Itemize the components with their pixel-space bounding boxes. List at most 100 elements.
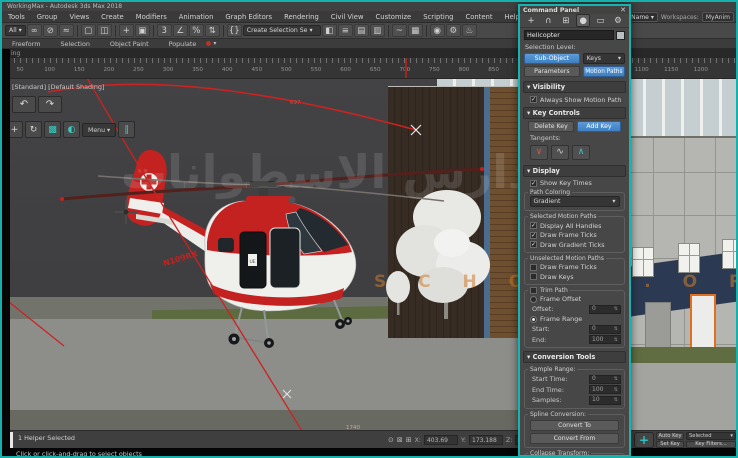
time-slider-marker[interactable]: [405, 58, 407, 78]
material-editor-icon[interactable]: ◉: [430, 24, 445, 37]
ribbon-tab-object-paint[interactable]: Object Paint: [100, 40, 159, 48]
checkbox-draw-frame-ticks[interactable]: Draw Frame Ticks: [530, 263, 621, 271]
add-key-quick-button[interactable]: +: [634, 432, 654, 448]
selection-filter-dropdown[interactable]: All ▾: [5, 25, 26, 36]
menu-content[interactable]: Content: [459, 13, 498, 21]
menu-customize[interactable]: Customize: [370, 13, 418, 21]
rollout-display[interactable]: ▾ Display: [523, 165, 626, 177]
object-name-field[interactable]: Helicopter: [524, 30, 614, 40]
key-filter-selected-dropdown[interactable]: Selected▾: [686, 432, 736, 440]
grid-toggle-icon[interactable]: ⊞: [406, 436, 412, 444]
bind-to-space-warp-icon[interactable]: ≈: [59, 24, 74, 37]
mirror-icon[interactable]: ◧: [322, 24, 337, 37]
render-production-icon[interactable]: ♨: [462, 24, 477, 37]
ribbon-tab-freeform[interactable]: Freeform: [2, 40, 50, 48]
checkbox-draw-frame-ticks[interactable]: ✓Draw Frame Ticks: [530, 231, 621, 239]
rect-selection-region-icon[interactable]: ▢: [81, 24, 96, 37]
selected-door-object[interactable]: [690, 294, 716, 350]
menu-rendering[interactable]: Rendering: [278, 13, 325, 21]
status-splitter[interactable]: [10, 432, 13, 448]
offset-spinner[interactable]: 0⇅: [589, 305, 621, 314]
undo-button[interactable]: ↶: [12, 96, 36, 113]
rotate-tool-button[interactable]: ↻: [25, 121, 42, 138]
motion-paths-button[interactable]: Motion Paths: [583, 66, 625, 77]
selection-lock-icon[interactable]: ⊙: [388, 436, 394, 444]
auto-key-button[interactable]: Auto Key: [656, 432, 684, 440]
path-coloring-dropdown[interactable]: Gradient▾: [530, 196, 620, 207]
motion-tab-icon[interactable]: ●: [576, 14, 590, 27]
spinner-samples-[interactable]: 10⇅: [589, 396, 621, 405]
add-key-button[interactable]: Add Key: [577, 121, 621, 132]
convert-to-button[interactable]: Convert To: [530, 420, 619, 431]
menu-modifiers[interactable]: Modifiers: [130, 13, 173, 21]
ribbon-tab-selection[interactable]: Selection: [50, 40, 99, 48]
y-coordinate-field[interactable]: 173.188: [469, 435, 503, 445]
sub-object-button[interactable]: Sub-Object: [524, 53, 580, 64]
window-crossing-icon[interactable]: ◫: [97, 24, 112, 37]
trim-path-checkbox[interactable]: [530, 287, 537, 294]
convert-from-button[interactable]: Convert From: [530, 433, 619, 444]
schematic-view-icon[interactable]: ▦: [408, 24, 423, 37]
viewport-shading-label[interactable]: [Standard] [Default Shading]: [12, 83, 104, 91]
checkbox-draw-keys[interactable]: Draw Keys: [530, 273, 621, 281]
select-and-place-icon[interactable]: ▣: [135, 24, 150, 37]
display-tab-icon[interactable]: ▭: [594, 14, 608, 27]
rollout-visibility[interactable]: ▾ Visibility: [523, 81, 626, 93]
unlink-selection-icon[interactable]: ⊘: [43, 24, 58, 37]
always-show-motion-path-checkbox[interactable]: ✓Always Show Motion Path: [530, 96, 629, 104]
x-coordinate-field[interactable]: 403.69: [424, 435, 458, 445]
spinner-end-time-[interactable]: 100⇅: [589, 385, 621, 394]
ribbon-tab-populate[interactable]: Populate: [159, 40, 207, 48]
modify-tab-icon[interactable]: ∩: [541, 14, 555, 27]
populate-flyout[interactable]: ▾: [206, 40, 216, 47]
close-icon[interactable]: ✕: [620, 6, 626, 14]
end-spinner[interactable]: 100⇅: [589, 335, 621, 344]
menu-animation[interactable]: Animation: [173, 13, 220, 21]
menu-create[interactable]: Create: [95, 13, 130, 21]
checkbox-draw-gradient-ticks[interactable]: ✓Draw Gradient Ticks: [530, 241, 621, 249]
keys-dropdown[interactable]: Keys▾: [583, 53, 625, 64]
extra-tool-button[interactable]: ‖: [118, 121, 135, 138]
checkbox-display-all-handles[interactable]: ✓Display All Handles: [530, 222, 621, 230]
create-selection-set-field[interactable]: Create Selection Se ▾: [243, 25, 321, 36]
material-tool-button[interactable]: ◐: [63, 121, 80, 138]
hierarchy-tab-icon[interactable]: ⊞: [559, 14, 573, 27]
rollout-key-controls[interactable]: ▾ Key Controls: [523, 107, 626, 119]
workspace-selector[interactable]: MyAnim: [702, 12, 734, 22]
tangent-flip-icon[interactable]: ∨: [530, 145, 548, 160]
select-and-move-icon[interactable]: +: [119, 24, 134, 37]
menu-civil-view[interactable]: Civil View: [325, 13, 370, 21]
hangar-structure[interactable]: [388, 86, 522, 338]
viewport-menu-dropdown[interactable]: Menu ▾: [82, 123, 116, 137]
delete-key-button[interactable]: Delete Key: [528, 121, 574, 132]
menu-graph-editors[interactable]: Graph Editors: [219, 13, 278, 21]
frame-offset-radio[interactable]: Frame Offset: [530, 295, 621, 303]
tangent-linear-icon[interactable]: ∧: [572, 145, 590, 160]
spinner-start-time-[interactable]: 0⇅: [589, 375, 621, 384]
render-setup-icon[interactable]: ⚙: [446, 24, 461, 37]
parameters-button[interactable]: Parameters: [524, 66, 580, 77]
curve-editor-icon[interactable]: ~: [392, 24, 407, 37]
show-key-times-checkbox[interactable]: ✓Show Key Times: [530, 179, 629, 187]
angle-snap-icon[interactable]: ∠: [173, 24, 188, 37]
spinner-snap-icon[interactable]: ⇅: [205, 24, 220, 37]
menu-views[interactable]: Views: [63, 13, 95, 21]
absolute-mode-icon[interactable]: ⊠: [397, 436, 403, 444]
menu-scripting[interactable]: Scripting: [417, 13, 459, 21]
create-tab-icon[interactable]: +: [524, 14, 538, 27]
menu-tools[interactable]: Tools: [2, 13, 31, 21]
set-key-button[interactable]: Set Key: [656, 441, 684, 449]
command-panel-header[interactable]: Command Panel ✕: [520, 6, 629, 14]
percent-snap-icon[interactable]: %: [189, 24, 204, 37]
menu-group[interactable]: Group: [31, 13, 64, 21]
snaps-toggle-icon[interactable]: 3: [157, 24, 172, 37]
tangent-smooth-icon[interactable]: ∿: [551, 145, 569, 160]
utilities-tab-icon[interactable]: ⚙: [611, 14, 625, 27]
redo-button[interactable]: ↷: [38, 96, 62, 113]
align-icon[interactable]: ≡: [338, 24, 353, 37]
key-filters-button[interactable]: Key Filters...: [686, 441, 736, 449]
rollout-conversion-tools[interactable]: ▾ Conversion Tools: [523, 351, 626, 363]
frame-range-radio[interactable]: Frame Range: [530, 315, 621, 323]
named-selection-sets-icon[interactable]: {}: [227, 24, 242, 37]
ribbon-toggle-icon[interactable]: ▥: [370, 24, 385, 37]
